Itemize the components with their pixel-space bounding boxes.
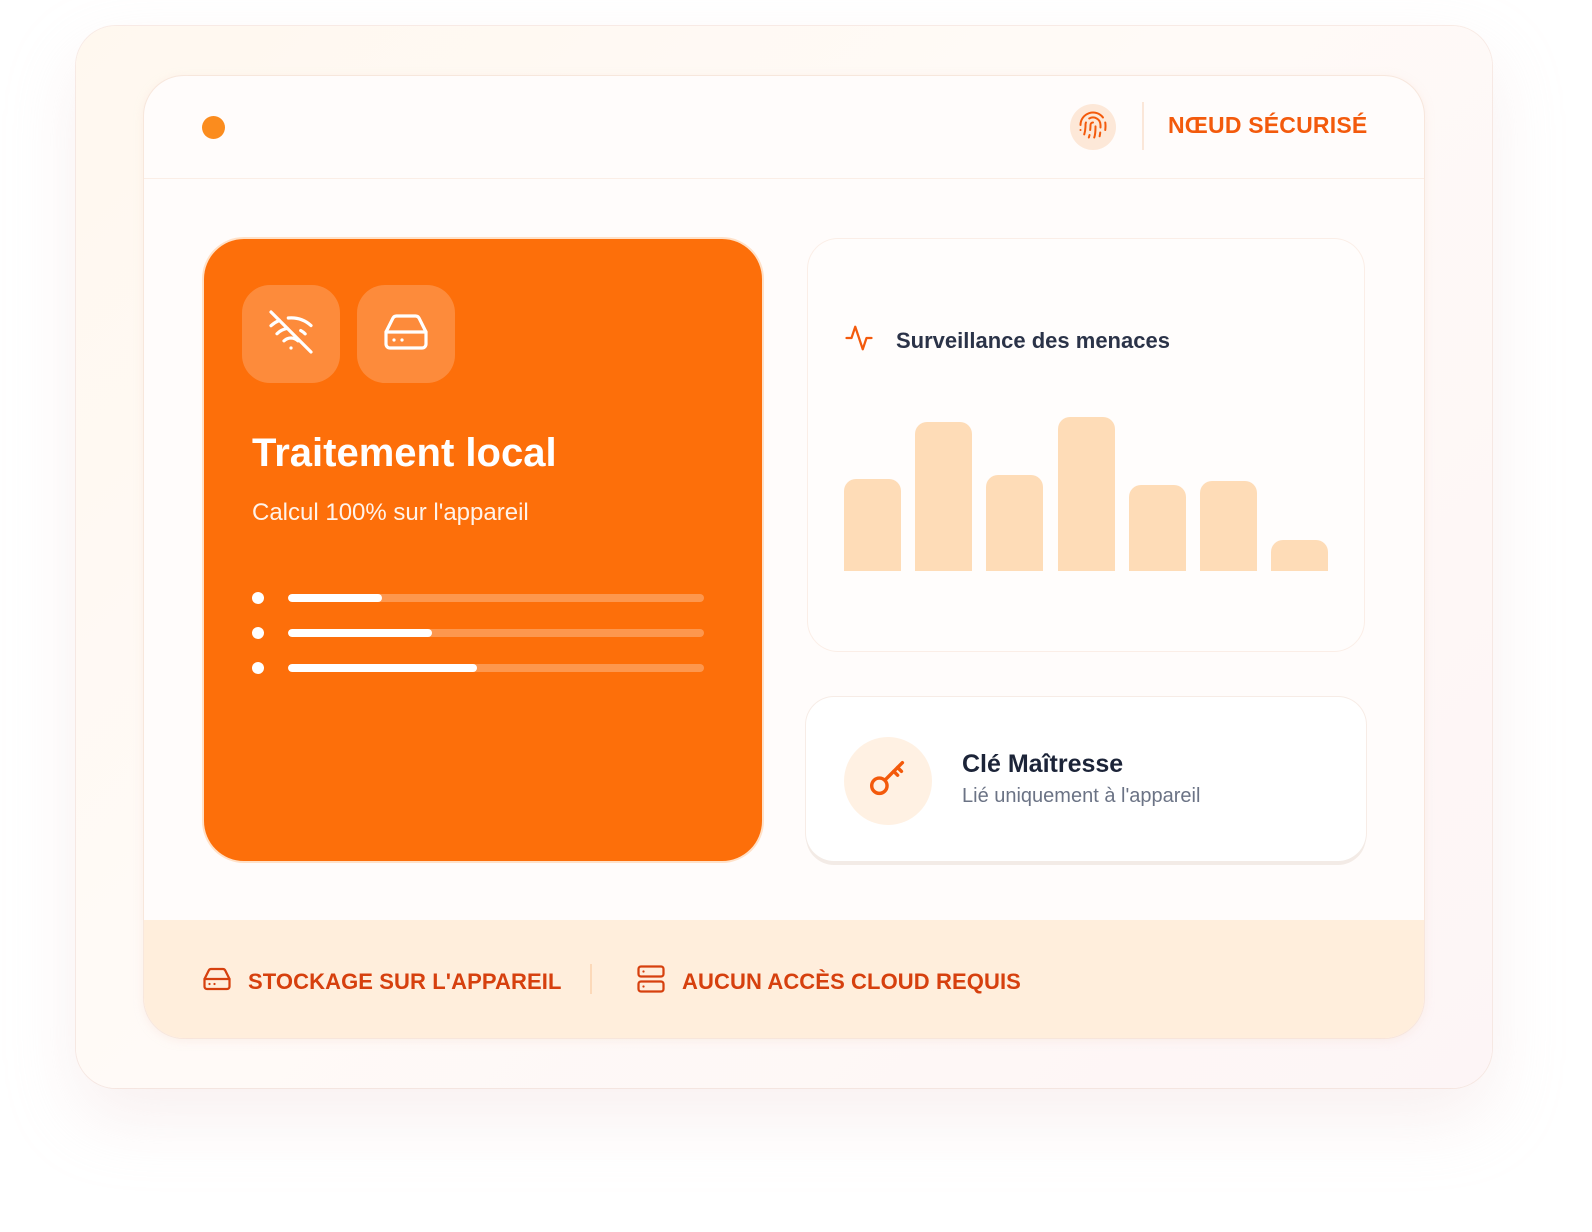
wifi-off-icon (267, 308, 315, 361)
header-divider (1142, 102, 1144, 150)
progress-fill (288, 629, 432, 637)
hard-drive-tile (357, 285, 455, 383)
panel-title: Traitement local (252, 431, 557, 475)
cloud-label: AUCUN ACCÈS CLOUD REQUIS (682, 968, 1021, 994)
progress-track (288, 664, 704, 672)
chart-bar (844, 479, 901, 571)
progress-dot (252, 662, 264, 674)
progress-track (288, 629, 704, 637)
cloud-item: AUCUN ACCÈS CLOUD REQUIS (636, 964, 1021, 999)
progress-fill (288, 664, 478, 672)
master-key-subtitle: Lié uniquement à l'appareil (962, 785, 1201, 807)
chart-bar (1128, 485, 1186, 571)
chart-bar (986, 475, 1044, 571)
server-icon (636, 964, 666, 999)
fingerprint-icon (1078, 110, 1108, 145)
threat-bar-chart (844, 399, 1328, 571)
threat-monitor-card: Surveillance des menaces (808, 239, 1364, 651)
progress-row (252, 592, 706, 606)
card-header: NŒUD SÉCURISÉ (144, 76, 1424, 179)
storage-label: STOCKAGE SUR L'APPAREIL (248, 968, 562, 994)
monitor-title: Surveillance des menaces (896, 327, 1170, 353)
progress-row (252, 627, 706, 641)
security-card: NŒUD SÉCURISÉ Traitement local Calcul 10… (144, 76, 1424, 1038)
chart-bar (915, 422, 973, 571)
local-processing-panel: Traitement local Calcul 100% sur l'appar… (204, 239, 762, 861)
storage-item: STOCKAGE SUR L'APPAREIL (202, 964, 562, 999)
wifi-off-tile (242, 285, 340, 383)
progress-track (288, 594, 704, 602)
key-icon (865, 756, 911, 807)
chart-bar (1271, 540, 1328, 571)
progress-fill (288, 594, 382, 602)
panel-subtitle: Calcul 100% sur l'appareil (252, 499, 529, 526)
key-badge (844, 737, 932, 825)
progress-dot (252, 627, 264, 639)
secure-node-label: NŒUD SÉCURISÉ (1168, 112, 1368, 138)
hard-drive-icon (382, 308, 430, 361)
chart-bar (1057, 417, 1115, 571)
hard-drive-icon (202, 964, 232, 999)
activity-icon (844, 323, 874, 358)
monitor-header: Surveillance des menaces (844, 323, 1170, 358)
progress-row (252, 662, 706, 676)
master-key-title: Clé Maîtresse (962, 750, 1124, 778)
progress-dot (252, 592, 264, 604)
chart-bar (1199, 481, 1257, 571)
footer-divider (590, 964, 592, 994)
master-key-card[interactable]: Clé Maîtresse Lié uniquement à l'apparei… (806, 697, 1366, 861)
fingerprint-badge (1070, 104, 1116, 150)
status-dot (202, 116, 225, 139)
card-footer: STOCKAGE SUR L'APPAREIL AUCUN ACCÈS CLOU… (144, 920, 1424, 1038)
